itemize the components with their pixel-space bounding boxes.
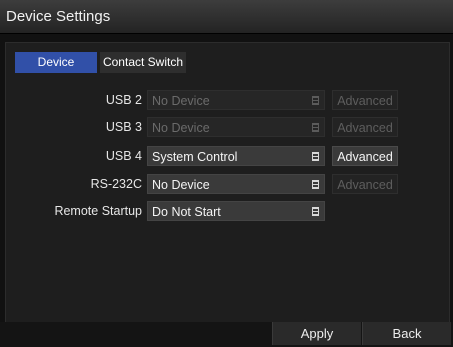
rs232c-select[interactable]: No Device bbox=[147, 174, 325, 194]
usb4-label: USB 4 bbox=[105, 149, 142, 163]
usb2-advanced-button[interactable]: Advanced bbox=[332, 90, 398, 110]
back-button[interactable]: Back bbox=[362, 322, 451, 345]
usb2-select[interactable]: No Device bbox=[147, 90, 325, 110]
usb2-label: USB 2 bbox=[105, 93, 142, 107]
dropdown-icon bbox=[312, 207, 319, 216]
usb4-select[interactable]: System Control bbox=[147, 146, 325, 166]
usb3-advanced-button[interactable]: Advanced bbox=[332, 117, 398, 137]
dropdown-icon bbox=[312, 180, 319, 189]
remote-startup-label: Remote Startup bbox=[54, 204, 142, 218]
tab-contact-switch[interactable]: Contact Switch bbox=[100, 52, 186, 73]
usb3-select[interactable]: No Device bbox=[147, 117, 325, 137]
device-settings-window: Device Settings Device Contact Switch US… bbox=[0, 0, 453, 347]
rs232c-label: RS-232C bbox=[90, 177, 142, 191]
dropdown-icon bbox=[312, 96, 319, 105]
dropdown-icon bbox=[312, 123, 319, 132]
tab-device[interactable]: Device bbox=[15, 52, 97, 73]
dropdown-icon bbox=[312, 152, 319, 161]
usb3-label: USB 3 bbox=[105, 120, 142, 134]
remote-startup-select-value: Do Not Start bbox=[152, 205, 221, 219]
rs232c-advanced-button[interactable]: Advanced bbox=[332, 174, 398, 194]
title-bar: Device Settings bbox=[0, 0, 453, 34]
window-title: Device Settings bbox=[6, 8, 111, 25]
usb3-select-value: No Device bbox=[152, 121, 210, 135]
rs232c-select-value: No Device bbox=[152, 178, 210, 192]
usb2-select-value: No Device bbox=[152, 94, 210, 108]
apply-button[interactable]: Apply bbox=[272, 322, 361, 345]
usb4-select-value: System Control bbox=[152, 150, 238, 164]
remote-startup-select[interactable]: Do Not Start bbox=[147, 201, 325, 221]
usb4-advanced-button[interactable]: Advanced bbox=[332, 146, 398, 166]
